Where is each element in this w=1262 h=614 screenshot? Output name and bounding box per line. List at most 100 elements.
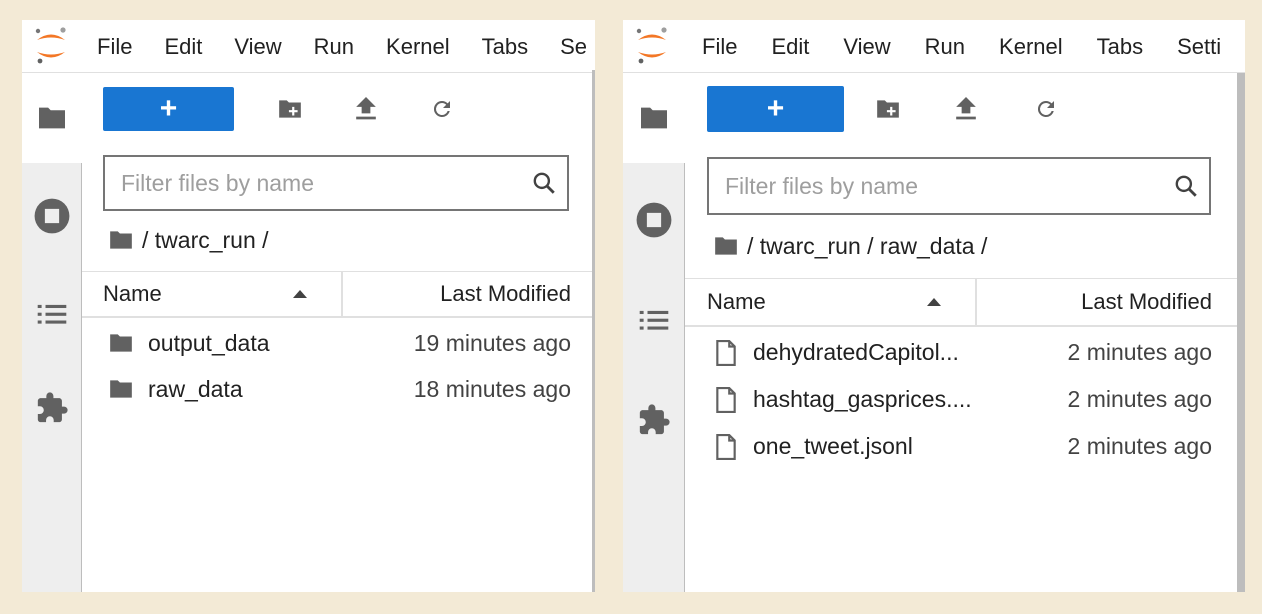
column-header-name[interactable]: Name — [685, 279, 977, 325]
file-name: output_data — [148, 329, 270, 356]
folder-icon — [108, 378, 134, 400]
right-panel-scrollbar[interactable] — [1237, 73, 1245, 592]
menu-edit[interactable]: Edit — [164, 34, 234, 60]
file-name: one_tweet.jsonl — [753, 433, 913, 459]
upload-button[interactable] — [346, 89, 386, 129]
left-sidebar — [22, 73, 83, 592]
list-item[interactable]: dehydratedCapitol... 2 minutes ago — [685, 329, 1237, 376]
menu-view[interactable]: View — [234, 34, 313, 60]
menu-kernel[interactable]: Kernel — [386, 34, 482, 60]
home-folder-icon[interactable] — [108, 229, 134, 251]
search-icon — [1163, 173, 1209, 199]
column-header-name-label: Name — [103, 281, 162, 306]
new-launcher-button[interactable]: + — [103, 87, 234, 131]
upload-button[interactable] — [946, 89, 986, 129]
file-name: dehydratedCapitol... — [753, 339, 959, 365]
column-header-modified[interactable]: Last Modified — [977, 279, 1237, 325]
menu-tabs[interactable]: Tabs — [1097, 34, 1177, 60]
search-icon — [521, 170, 567, 196]
breadcrumb-path[interactable]: / twarc_run / raw_data / — [747, 233, 987, 260]
upload-icon — [356, 97, 376, 120]
home-folder-icon[interactable] — [713, 235, 739, 257]
sidebar-tab-toc[interactable] — [623, 275, 685, 365]
new-folder-icon — [877, 100, 899, 118]
file-browser: + / twarc_run / raw_data / Name — [685, 73, 1237, 592]
folder-icon — [108, 332, 134, 354]
list-icon — [639, 310, 669, 330]
sidebar-tab-toc[interactable] — [22, 269, 82, 359]
sort-ascending-icon — [293, 290, 307, 298]
column-header-modified-label: Last Modified — [440, 281, 571, 306]
listing-header: Name Last Modified — [82, 271, 595, 318]
menu-bar: File Edit View Run Kernel Tabs Se — [22, 20, 595, 73]
menu-edit[interactable]: Edit — [771, 34, 843, 60]
sidebar-tab-extensions[interactable] — [22, 363, 82, 453]
column-header-name-label: Name — [707, 289, 766, 314]
list-item[interactable]: hashtag_gasprices.... 2 minutes ago — [685, 376, 1237, 423]
filter-box — [707, 157, 1211, 215]
jupyter-logo-icon[interactable] — [633, 26, 671, 66]
menu-kernel[interactable]: Kernel — [999, 34, 1097, 60]
extension-icon — [37, 392, 68, 423]
refresh-button[interactable] — [422, 89, 462, 129]
file-modified: 19 minutes ago — [413, 329, 571, 356]
breadcrumb: / twarc_run / raw_data / — [713, 231, 987, 261]
breadcrumb: / twarc_run / — [108, 225, 269, 255]
breadcrumb-path[interactable]: / twarc_run / — [142, 227, 269, 254]
folder-icon — [640, 107, 667, 129]
sidebar-tab-running[interactable] — [22, 171, 82, 261]
menu-run[interactable]: Run — [925, 34, 999, 60]
file-name: hashtag_gasprices.... — [753, 386, 972, 412]
file-modified: 2 minutes ago — [1067, 386, 1212, 412]
menu-settings[interactable]: Se — [560, 34, 595, 60]
file-browser: + / twarc_run / Name — [82, 73, 595, 592]
right-jupyterlab-window: File Edit View Run Kernel Tabs Setti + F… — [623, 20, 1245, 592]
refresh-icon — [1037, 100, 1054, 117]
left-sidebar — [623, 73, 685, 592]
sidebar-tab-running[interactable] — [623, 175, 685, 265]
new-launcher-button[interactable]: + — [707, 86, 844, 132]
file-icon — [713, 339, 739, 366]
menu-bar: File Edit View Run Kernel Tabs Setti — [623, 20, 1245, 73]
menu-file[interactable]: File — [702, 34, 771, 60]
list-item[interactable]: one_tweet.jsonl 2 minutes ago — [685, 423, 1237, 470]
sidebar-tab-extensions[interactable] — [623, 375, 685, 465]
menu-tabs[interactable]: Tabs — [482, 34, 560, 60]
filter-box — [103, 155, 569, 211]
file-modified: 18 minutes ago — [413, 375, 571, 402]
menu-settings[interactable]: Setti — [1177, 34, 1245, 60]
filter-input[interactable] — [709, 159, 1163, 213]
refresh-icon — [433, 100, 450, 117]
sidebar-tab-file-browser[interactable] — [22, 73, 83, 163]
folder-icon — [39, 107, 65, 129]
upload-icon — [956, 97, 976, 120]
extension-icon — [639, 404, 670, 435]
listing-header: Name Last Modified — [685, 278, 1237, 327]
new-folder-icon — [279, 100, 301, 118]
file-modified: 2 minutes ago — [1067, 433, 1212, 459]
stop-circle-icon — [636, 202, 672, 238]
filter-input[interactable] — [105, 157, 521, 209]
list-item[interactable]: raw_data 18 minutes ago — [82, 366, 595, 412]
sidebar-tab-file-browser[interactable] — [623, 73, 685, 163]
left-panel-scrollbar[interactable] — [592, 70, 595, 592]
file-modified: 2 minutes ago — [1067, 339, 1212, 365]
menu-run[interactable]: Run — [314, 34, 386, 60]
list-item[interactable]: output_data 19 minutes ago — [82, 320, 595, 366]
menu-view[interactable]: View — [843, 34, 924, 60]
sort-ascending-icon — [927, 298, 941, 306]
column-header-modified-label: Last Modified — [1081, 289, 1212, 314]
jupyter-logo-icon[interactable] — [32, 26, 70, 66]
column-header-modified[interactable]: Last Modified — [343, 272, 595, 316]
refresh-button[interactable] — [1026, 89, 1066, 129]
file-icon — [713, 433, 739, 460]
file-name: raw_data — [148, 375, 243, 402]
stop-circle-icon — [34, 198, 70, 234]
file-list: output_data 19 minutes ago raw_data 18 m… — [82, 320, 595, 412]
menu-file[interactable]: File — [97, 34, 164, 60]
new-folder-button[interactable] — [868, 89, 908, 129]
file-icon — [713, 386, 739, 413]
new-folder-button[interactable] — [270, 89, 310, 129]
column-header-name[interactable]: Name — [82, 272, 343, 316]
file-browser-toolbar: + — [707, 86, 1066, 132]
